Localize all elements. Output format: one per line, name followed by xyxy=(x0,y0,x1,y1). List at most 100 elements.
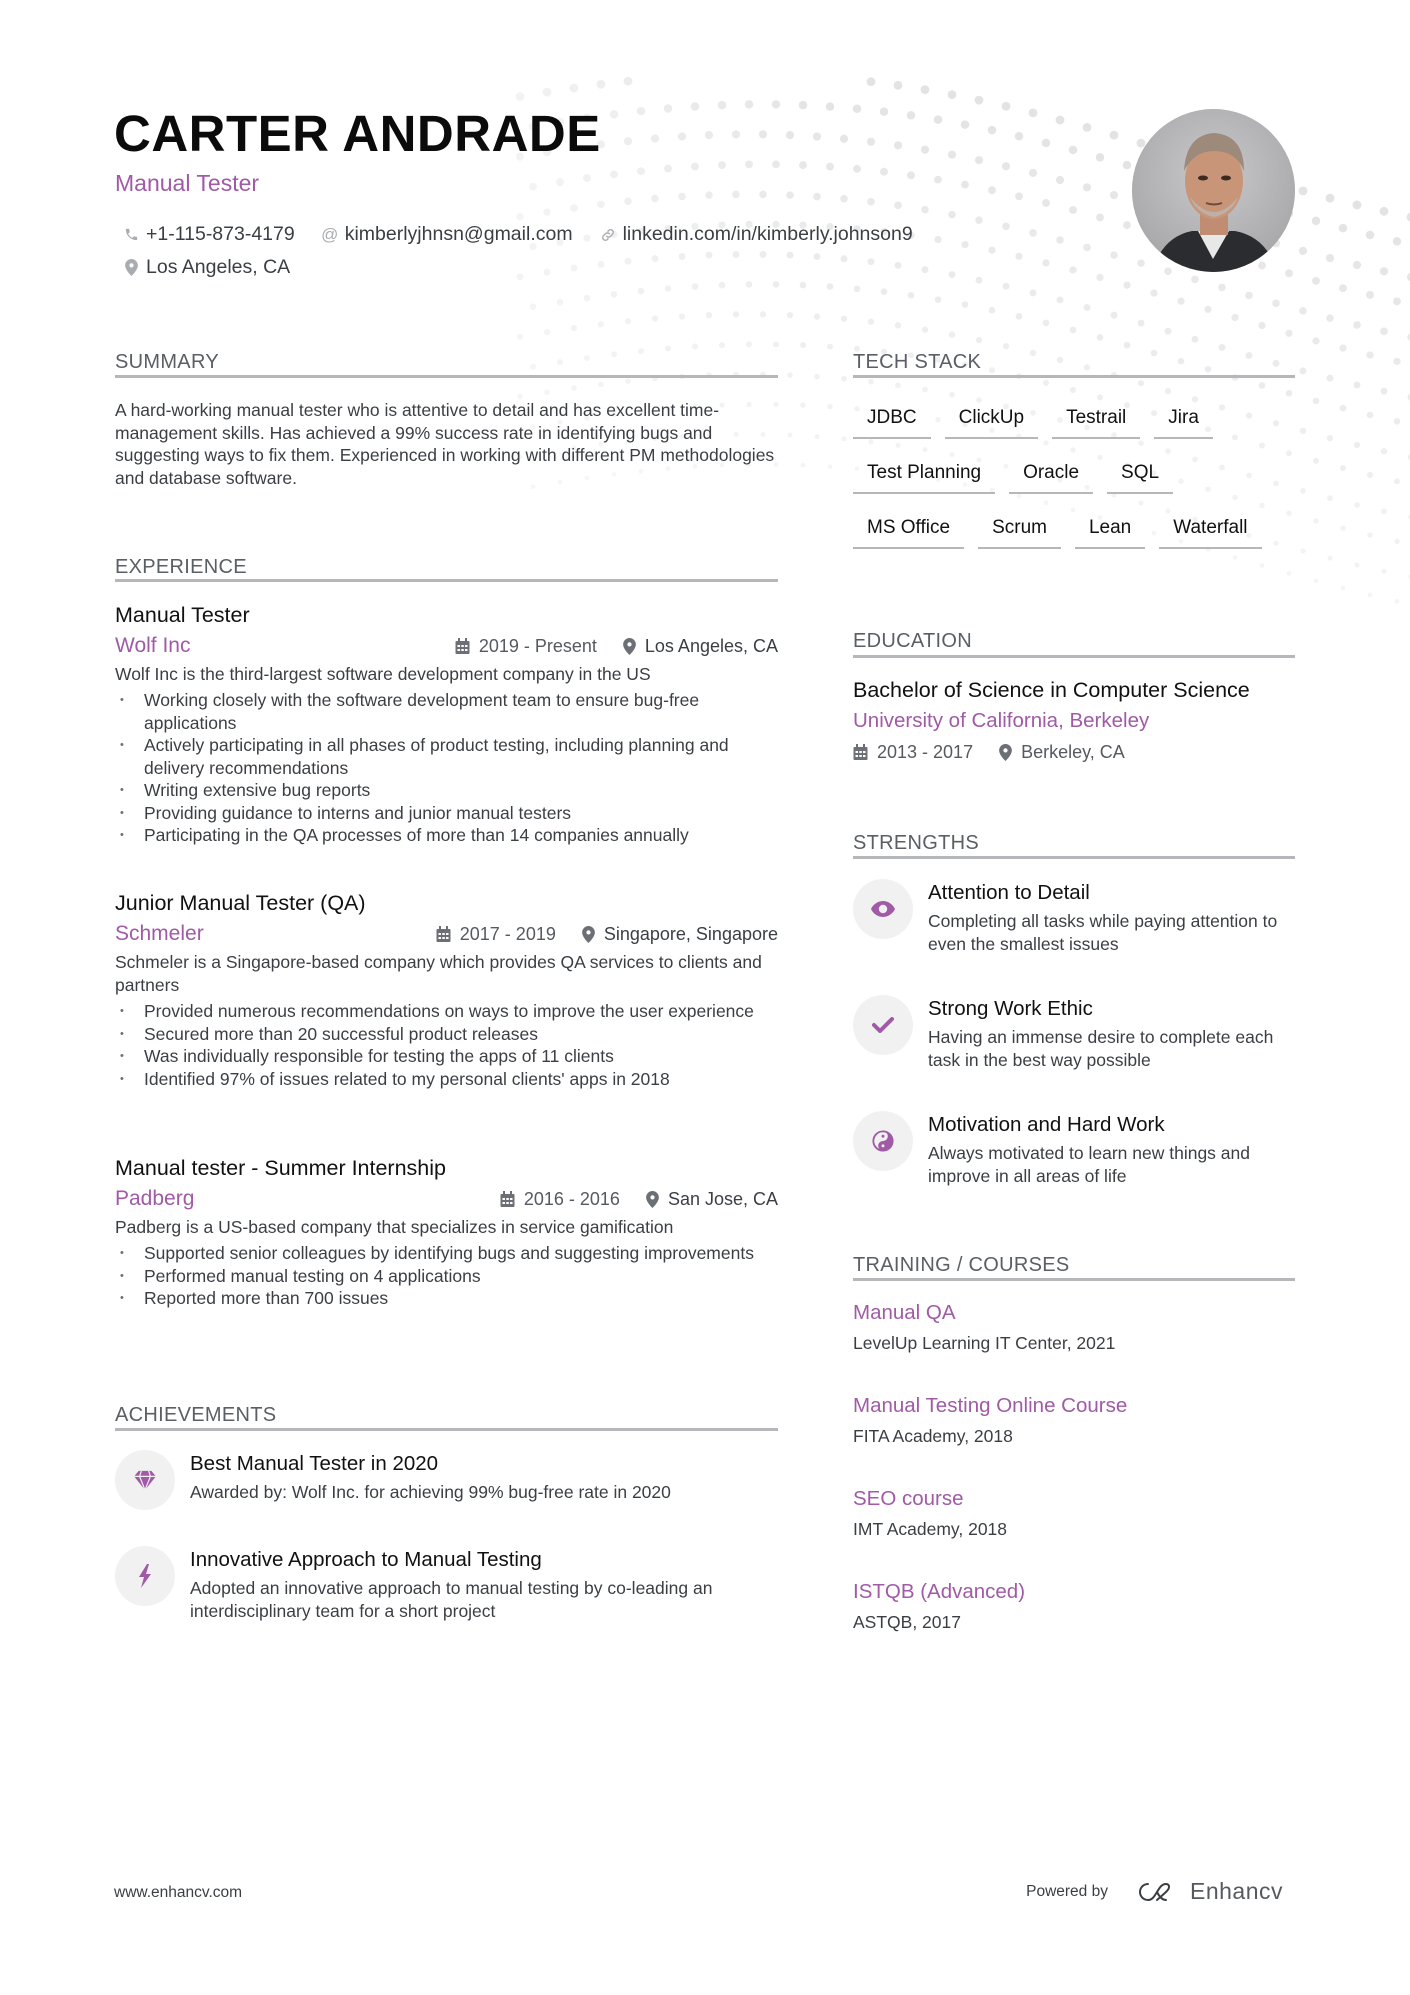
calendar-icon xyxy=(436,926,451,942)
strength-item: Motivation and Hard Work Always motivate… xyxy=(853,1111,1303,1187)
education-location: Berkeley, CA xyxy=(1021,741,1125,762)
job-bullets: Provided numerous recommendations on way… xyxy=(115,1000,778,1090)
strength-description: Completing all tasks while paying attent… xyxy=(928,911,1278,954)
bullet-item: Identified 97% of issues related to my p… xyxy=(115,1068,778,1091)
tech-tag: Waterfall xyxy=(1159,510,1262,549)
course-provider: ASTQB, 2017 xyxy=(853,1612,961,1632)
achievements-heading: ACHIEVEMENTS xyxy=(115,1404,277,1426)
calendar-icon xyxy=(455,638,470,654)
phone-text: +1-115-873-4179 xyxy=(146,223,295,245)
training-divider xyxy=(853,1278,1295,1281)
job-role: Junior Manual Tester (QA) xyxy=(115,891,366,915)
education-entry: Bachelor of Science in Computer Science … xyxy=(853,675,1295,767)
tech-tag: Scrum xyxy=(978,510,1061,549)
training-heading: TRAINING / COURSES xyxy=(853,1254,1070,1276)
job-location: Singapore, Singapore xyxy=(603,923,778,944)
job-bullets: Working closely with the software develo… xyxy=(115,689,778,847)
tech-stack-tags: JDBC ClickUp Testrail Jira Test Planning… xyxy=(853,400,1298,565)
bullet-item: Provided numerous recommendations on way… xyxy=(115,1000,778,1023)
course-title: SEO course xyxy=(853,1487,964,1510)
course-item: ISTQB (Advanced) ASTQB, 2017 xyxy=(853,1578,1025,1636)
achievement-title: Best Manual Tester in 2020 xyxy=(190,1452,439,1475)
yin-yang-icon xyxy=(853,1111,913,1171)
achievement-description: Awarded by: Wolf Inc. for achieving 99% … xyxy=(190,1482,671,1502)
email-text: kimberlyjhnsn@gmail.com xyxy=(344,223,573,245)
tech-tag: Test Planning xyxy=(853,455,996,494)
resume-page: CARTER ANDRADE Manual Tester +1-115-873-… xyxy=(0,0,1410,1995)
course-item: Manual Testing Online Course FITA Academ… xyxy=(853,1392,1127,1450)
achievement-item: Innovative Approach to Manual Testing Ad… xyxy=(115,1546,780,1622)
bullet-item: Providing guidance to interns and junior… xyxy=(115,802,778,825)
job-role: Manual tester - Summer Internship xyxy=(115,1156,446,1180)
company-description: Padberg is a US-based company that speci… xyxy=(115,1217,674,1237)
brand-name: Enhancv xyxy=(1189,1878,1283,1904)
strength-description: Always motivated to learn new things and… xyxy=(928,1143,1250,1186)
contact-phone[interactable]: +1-115-873-4179 xyxy=(122,223,295,246)
company-name: Schmeler xyxy=(115,922,204,945)
strength-title: Attention to Detail xyxy=(928,881,1090,904)
company-description: Wolf Inc is the third-largest software d… xyxy=(115,664,651,684)
tech-tag: Testrail xyxy=(1052,400,1141,439)
job-location: San Jose, CA xyxy=(667,1188,778,1209)
achievement-title: Innovative Approach to Manual Testing xyxy=(190,1548,542,1571)
company-description: Schmeler is a Singapore-based company wh… xyxy=(115,952,762,995)
tech-tag: SQL xyxy=(1107,455,1174,494)
contact-email[interactable]: @ kimberlyjhnsn@gmail.com xyxy=(321,223,573,246)
experience-divider xyxy=(115,579,778,582)
at-sign-icon: @ xyxy=(321,224,339,244)
tech-stack-heading: TECH STACK xyxy=(853,351,982,373)
bullet-item: Actively participating in all phases of … xyxy=(115,734,778,779)
bullet-item: Working closely with the software develo… xyxy=(115,689,778,734)
strength-item: Strong Work Ethic Having an immense desi… xyxy=(853,995,1303,1071)
bullet-item: Participating in the QA processes of mor… xyxy=(115,824,778,847)
bullet-item: Supported senior colleagues by identifyi… xyxy=(115,1242,778,1265)
candidate-name: CARTER ANDRADE xyxy=(114,105,601,162)
candidate-title: Manual Tester xyxy=(115,170,260,196)
strengths-heading: STRENGTHS xyxy=(853,832,980,854)
course-provider: LevelUp Learning IT Center, 2021 xyxy=(853,1333,1116,1353)
location-pin-icon xyxy=(122,259,140,277)
summary-divider xyxy=(115,375,778,378)
company-name: Padberg xyxy=(115,1187,195,1210)
course-title: Manual Testing Online Course xyxy=(853,1394,1128,1417)
bullet-item: Writing extensive bug reports xyxy=(115,779,778,802)
bullet-item: Secured more than 20 successful product … xyxy=(115,1023,778,1046)
job-role: Manual Tester xyxy=(115,603,250,627)
contact-linkedin[interactable]: linkedin.com/in/kimberly.johnson9 xyxy=(599,223,913,246)
tech-tag: Oracle xyxy=(1009,455,1094,494)
lightning-bolt-icon xyxy=(115,1546,175,1606)
experience-entry: Manual Tester Wolf Inc 2019 - Present Lo… xyxy=(115,600,778,847)
course-item: SEO course IMT Academy, 2018 xyxy=(853,1485,1007,1543)
phone-icon xyxy=(122,226,140,244)
summary-text: A hard-working manual tester who is atte… xyxy=(115,400,775,488)
course-title: Manual QA xyxy=(853,1301,956,1324)
job-dates: 2017 - 2019 xyxy=(459,923,556,944)
checkmark-icon xyxy=(853,995,913,1055)
location-text: Los Angeles, CA xyxy=(146,256,291,278)
school-name: University of California, Berkeley xyxy=(853,709,1150,732)
tech-tag: ClickUp xyxy=(944,400,1039,439)
contact-info: +1-115-873-4179 @ kimberlyjhnsn@gmail.co… xyxy=(122,218,939,284)
strengths-divider xyxy=(853,856,1295,859)
job-dates: 2016 - 2016 xyxy=(523,1188,620,1209)
enhancv-logo[interactable]: Enhancv xyxy=(1134,1878,1283,1905)
education-heading: EDUCATION xyxy=(853,630,972,652)
course-provider: IMT Academy, 2018 xyxy=(853,1519,1008,1539)
link-icon xyxy=(599,226,617,244)
degree: Bachelor of Science in Computer Science xyxy=(853,678,1250,702)
experience-entry: Junior Manual Tester (QA) Schmeler 2017 … xyxy=(115,888,778,1090)
profile-photo xyxy=(1132,109,1295,272)
website-link[interactable]: www.enhancv.com xyxy=(114,1884,242,1902)
strength-item: Attention to Detail Completing all tasks… xyxy=(853,879,1303,955)
experience-heading: EXPERIENCE xyxy=(115,556,247,578)
bullet-item: Reported more than 700 issues xyxy=(115,1287,778,1310)
contact-location: Los Angeles, CA xyxy=(122,256,290,279)
achievement-description: Adopted an innovative approach to manual… xyxy=(190,1578,713,1621)
enhancv-logo-icon xyxy=(1139,1882,1170,1901)
job-dates: 2019 - Present xyxy=(478,635,597,656)
strength-description: Having an immense desire to complete eac… xyxy=(928,1027,1274,1070)
tech-tag: Lean xyxy=(1074,510,1146,549)
education-divider xyxy=(853,655,1295,658)
tech-tag: MS Office xyxy=(853,510,965,549)
summary-heading: SUMMARY xyxy=(115,351,219,373)
